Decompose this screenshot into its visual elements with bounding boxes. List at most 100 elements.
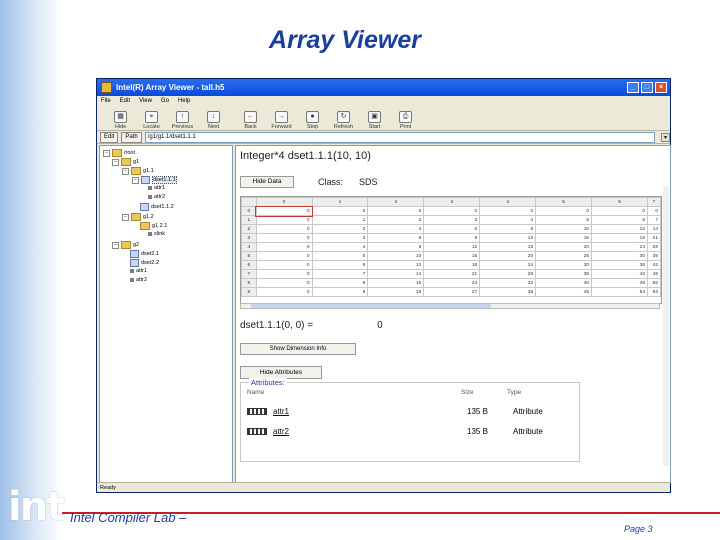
- grid-cell[interactable]: 0: [535, 206, 593, 216]
- column-header[interactable]: 4: [479, 197, 537, 207]
- menu-go[interactable]: Go: [161, 98, 169, 104]
- grid-cell[interactable]: 27: [423, 287, 481, 297]
- grid-cell[interactable]: 12: [591, 224, 649, 234]
- tree-node[interactable]: attr1: [130, 268, 147, 274]
- grid-cell[interactable]: 16: [367, 278, 425, 288]
- grid-cell[interactable]: 5: [311, 251, 369, 261]
- row-header[interactable]: 2: [241, 224, 257, 234]
- grid-cell[interactable]: 25: [535, 251, 593, 261]
- tree-node[interactable]: − g1: [112, 158, 139, 166]
- name-header[interactable]: Name: [247, 389, 264, 396]
- row-header[interactable]: 4: [241, 242, 257, 252]
- grid-cell[interactable]: 24: [423, 278, 481, 288]
- grid-cell[interactable]: 4: [311, 242, 369, 252]
- grid-cell[interactable]: 2: [311, 224, 369, 234]
- grid-cell[interactable]: 0: [255, 278, 313, 288]
- grid-cell[interactable]: 0: [647, 206, 661, 216]
- grid-cell[interactable]: 7: [647, 215, 661, 225]
- grid-cell[interactable]: 15: [423, 251, 481, 261]
- attribute-name[interactable]: attr1: [273, 407, 289, 416]
- vertical-scrollbar[interactable]: [663, 186, 669, 466]
- grid-cell[interactable]: 21: [423, 269, 481, 279]
- column-header[interactable]: 2: [367, 197, 425, 207]
- row-header[interactable]: 9: [241, 287, 257, 297]
- collapse-icon[interactable]: −: [122, 167, 129, 175]
- grid-cell[interactable]: 4: [479, 215, 537, 225]
- grid-cell[interactable]: 3: [423, 215, 481, 225]
- locate-tool-button[interactable]: ⌖ Locate: [136, 111, 167, 130]
- edit-button[interactable]: Edit: [100, 131, 119, 143]
- grid-cell[interactable]: 7: [311, 269, 369, 279]
- window-titlebar[interactable]: Intel(R) Array Viewer - tall.h5 _ □ ×: [97, 79, 670, 96]
- grid-cell[interactable]: 0: [255, 233, 313, 243]
- grid-cell[interactable]: 8: [479, 224, 537, 234]
- collapse-icon[interactable]: −: [103, 149, 110, 157]
- data-grid[interactable]: 0 1 2 3 4 5 6 7 000000000101234567202468…: [240, 196, 662, 304]
- grid-cell[interactable]: 18: [591, 233, 649, 243]
- grid-cell[interactable]: 6: [423, 224, 481, 234]
- column-header[interactable]: 0: [255, 197, 313, 207]
- menu-edit[interactable]: Edit: [120, 98, 130, 104]
- grid-cell[interactable]: 6: [311, 260, 369, 270]
- row-header[interactable]: 7: [241, 269, 257, 279]
- tree-node[interactable]: − /root: [103, 149, 135, 157]
- grid-cell[interactable]: 21: [647, 233, 661, 243]
- collapse-icon[interactable]: −: [122, 213, 129, 221]
- attribute-row[interactable]: attr1 135 B Attribute: [247, 405, 575, 417]
- grid-cell[interactable]: 12: [423, 242, 481, 252]
- tree-node[interactable]: g1.2.1: [140, 222, 167, 230]
- forward-tool-button[interactable]: → Forward: [266, 111, 297, 130]
- grid-cell[interactable]: 12: [479, 233, 537, 243]
- grid-cell[interactable]: 24: [479, 260, 537, 270]
- grid-row[interactable]: 9 0 9 18 27 36 45 54 63: [241, 287, 661, 297]
- grid-row[interactable]: 4 0 4 8 12 16 20 24 28: [241, 242, 661, 252]
- print-tool-button[interactable]: ⎙ Print: [390, 111, 421, 130]
- grid-cell[interactable]: 5: [535, 215, 593, 225]
- row-header[interactable]: 0: [241, 206, 257, 216]
- column-header[interactable]: 3: [423, 197, 481, 207]
- tree-node[interactable]: − g1.2: [122, 213, 154, 221]
- hide-data-button[interactable]: Hide Data: [240, 176, 294, 188]
- tree-node[interactable]: attr2: [148, 194, 165, 200]
- collapse-icon[interactable]: −: [112, 158, 119, 166]
- row-header[interactable]: 1: [241, 215, 257, 225]
- grid-cell[interactable]: 56: [647, 278, 661, 288]
- grid-cell[interactable]: 20: [479, 251, 537, 261]
- grid-cell[interactable]: 0: [255, 224, 313, 234]
- tree-node[interactable]: − g2: [112, 241, 139, 249]
- grid-cell[interactable]: 24: [591, 242, 649, 252]
- column-header[interactable]: 5: [535, 197, 593, 207]
- refresh-tool-button[interactable]: ↻ Refresh: [328, 111, 359, 130]
- tree-node[interactable]: dset2.1: [130, 250, 159, 258]
- grid-cell[interactable]: 49: [647, 269, 661, 279]
- hierarchy-tree[interactable]: −/root − g1 − g1.1 − dset1.1.1 attr1 attr2 …: [99, 145, 233, 483]
- grid-cell[interactable]: 0: [255, 287, 313, 297]
- path-button[interactable]: Path: [121, 131, 142, 143]
- grid-cell[interactable]: 6: [367, 233, 425, 243]
- grid-row[interactable]: 2 0 2 4 6 8 10 12 14: [241, 224, 661, 234]
- grid-row[interactable]: 7 0 7 14 21 28 35 42 49: [241, 269, 661, 279]
- grid-row[interactable]: 5 0 5 10 15 20 25 30 35: [241, 251, 661, 261]
- grid-cell[interactable]: 8: [311, 278, 369, 288]
- grid-cell[interactable]: 28: [479, 269, 537, 279]
- row-header[interactable]: 8: [241, 278, 257, 288]
- start-tool-button[interactable]: ▣ Start: [359, 111, 390, 130]
- grid-cell[interactable]: 42: [591, 269, 649, 279]
- menu-view[interactable]: View: [139, 98, 152, 104]
- grid-cell[interactable]: 18: [367, 287, 425, 297]
- tree-node[interactable]: − g1.1: [122, 167, 154, 175]
- chevron-down-icon[interactable]: ▾: [661, 132, 670, 142]
- grid-cell[interactable]: 0: [311, 206, 369, 216]
- row-header[interactable]: 3: [241, 233, 257, 243]
- grid-row[interactable]: 000000000: [241, 205, 661, 217]
- grid-cell[interactable]: 0: [255, 269, 313, 279]
- menu-help[interactable]: Help: [178, 98, 190, 104]
- grid-row[interactable]: 8 0 8 16 24 32 40 48 56: [241, 278, 661, 288]
- attribute-row[interactable]: attr2 135 B Attribute: [247, 425, 575, 437]
- stop-tool-button[interactable]: ● Stop: [297, 111, 328, 130]
- previous-tool-button[interactable]: ↑ Previous: [167, 111, 198, 130]
- grid-cell[interactable]: 48: [591, 278, 649, 288]
- grid-row[interactable]: 6 0 6 12 18 24 30 36 42: [241, 260, 661, 270]
- size-header[interactable]: Size: [461, 389, 474, 396]
- grid-cell[interactable]: 36: [479, 287, 537, 297]
